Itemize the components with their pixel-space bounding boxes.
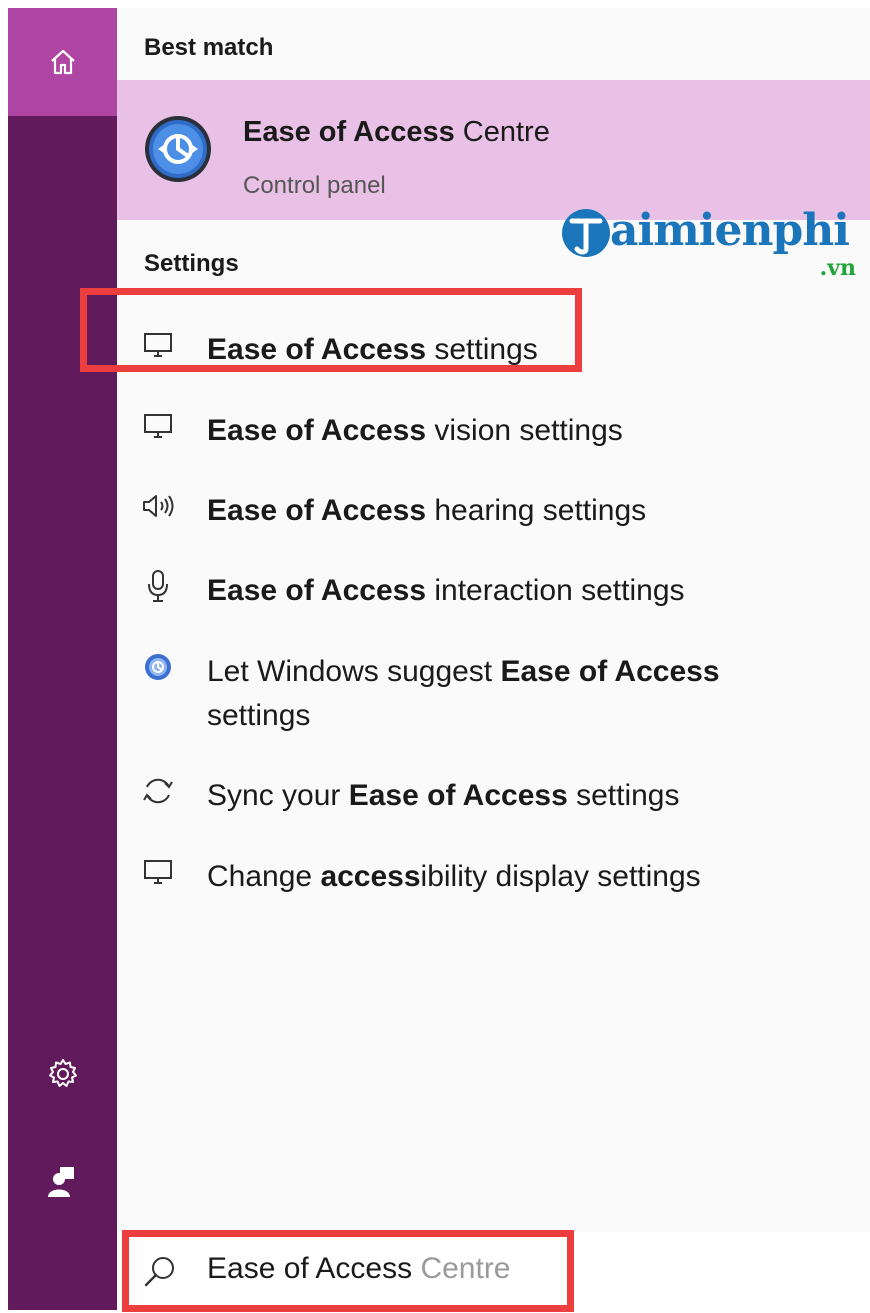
monitor-icon (141, 855, 175, 889)
best-match-subtitle: Control panel (243, 172, 386, 199)
settings-button[interactable] (8, 1044, 117, 1104)
result-change-accessibility-display-settings[interactable]: Change accessibility display settings (117, 841, 870, 903)
microphone-icon (141, 569, 175, 603)
result-label: Let Windows suggest Ease of Access settin… (207, 650, 827, 738)
user-icon (47, 1167, 74, 1197)
best-match-result[interactable]: Ease of Access Centre Control panel (117, 80, 870, 220)
result-sync-ease-of-access-settings[interactable]: Sync your Ease of Access settings (117, 760, 870, 822)
label-suffix: ibility display settings (420, 860, 701, 893)
label-second-line: settings (207, 699, 311, 732)
results-panel: Best match Ease of Access Centre Control… (117, 8, 870, 1310)
result-label: Change accessibility display settings (207, 855, 827, 899)
watermark-logo: aimienphi .vn (560, 203, 860, 283)
best-match-title-bold: Ease of Access (243, 116, 455, 148)
label-suffix: hearing settings (426, 494, 647, 527)
best-match-header: Best match (144, 34, 274, 61)
watermark-t-icon (562, 209, 610, 257)
result-label: Ease of Access vision settings (207, 409, 827, 453)
label-match: Ease of Access (207, 414, 427, 447)
label-match: Ease of Access (207, 494, 427, 527)
result-label: Ease of Access interaction settings (207, 569, 827, 613)
speaker-icon (141, 489, 175, 523)
label-prefix: Change (207, 860, 321, 893)
start-rail (8, 8, 117, 1310)
monitor-icon (141, 409, 175, 443)
home-button[interactable] (8, 8, 117, 116)
label-suffix: settings (567, 779, 680, 812)
best-match-title-rest: Centre (454, 116, 550, 148)
home-icon (50, 49, 75, 75)
label-match: access (320, 860, 421, 893)
label-match: Ease of Access (207, 574, 427, 607)
watermark-text: aimienphi (610, 205, 850, 256)
account-button[interactable] (8, 1152, 117, 1212)
result-label: Sync your Ease of Access settings (207, 774, 827, 818)
start-search-panel: Best match Ease of Access Centre Control… (8, 8, 870, 1312)
sync-icon (141, 774, 175, 808)
ease-of-access-centre-icon (145, 116, 211, 182)
ease-of-access-icon (141, 650, 175, 684)
label-suffix: vision settings (426, 414, 623, 447)
label-prefix: Sync your (207, 779, 349, 812)
result-ease-of-access-interaction-settings[interactable]: Ease of Access interaction settings (117, 555, 870, 617)
settings-header: Settings (144, 250, 239, 277)
best-match-title: Ease of Access Centre (243, 116, 550, 149)
result-ease-of-access-hearing-settings[interactable]: Ease of Access hearing settings (117, 475, 870, 537)
gear-icon (48, 1059, 77, 1087)
highlight-box-settings-result (80, 288, 582, 372)
watermark-suffix: .vn (819, 255, 856, 281)
label-prefix: Let Windows suggest (207, 655, 501, 688)
result-label: Ease of Access hearing settings (207, 489, 827, 533)
label-match: Ease of Access (500, 655, 720, 688)
result-let-windows-suggest-settings[interactable]: Let Windows suggest Ease of Access settin… (117, 636, 870, 736)
label-suffix: interaction settings (426, 574, 685, 607)
label-match: Ease of Access (348, 779, 568, 812)
highlight-box-search-input (122, 1230, 574, 1312)
result-ease-of-access-vision-settings[interactable]: Ease of Access vision settings (117, 395, 870, 457)
